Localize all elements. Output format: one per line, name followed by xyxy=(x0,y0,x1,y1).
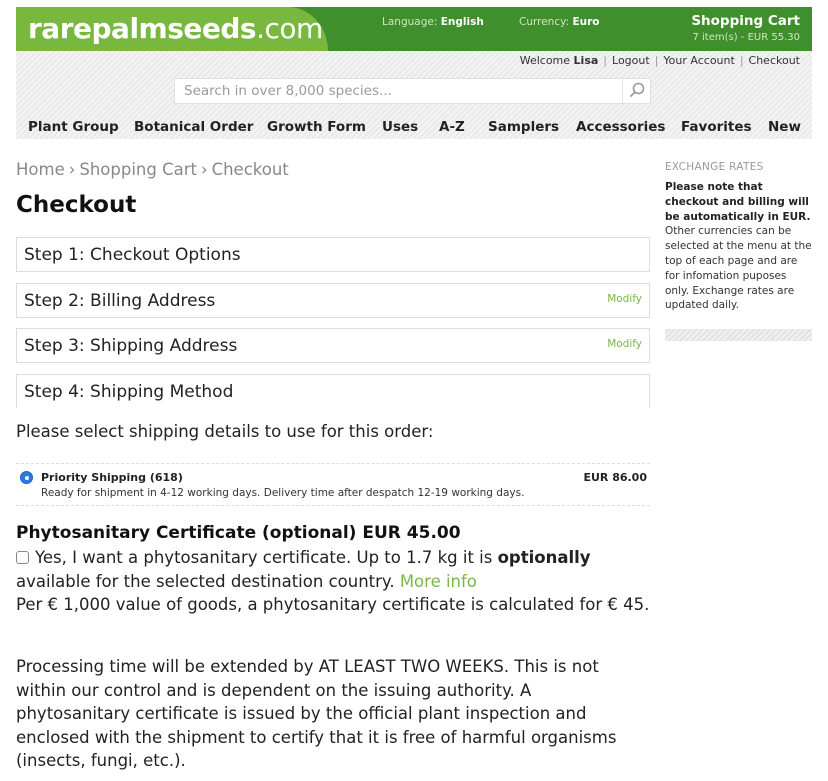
language-value[interactable]: English xyxy=(441,16,484,28)
step-label: Step 2: Billing Address xyxy=(24,291,216,311)
checkout-link[interactable]: Checkout xyxy=(749,54,800,67)
search-button[interactable] xyxy=(622,79,650,103)
modify-billing-link[interactable]: Modify xyxy=(607,293,642,305)
nav-a-z[interactable]: A-Z xyxy=(439,119,465,135)
sub-header-band: Welcome Lisa | Logout | Your Account | Checkou… xyxy=(16,51,812,139)
account-link[interactable]: Your Account xyxy=(663,54,734,67)
nav-favorites[interactable]: Favorites xyxy=(681,119,752,135)
shipping-option-price: EUR 86.00 xyxy=(583,471,647,484)
language-label: Language: xyxy=(382,16,438,28)
phyto-text: Yes, I want a phytosanitary certificate.… xyxy=(35,548,498,567)
exchange-rates-title: EXCHANGE RATES xyxy=(665,161,764,173)
step-shipping-address[interactable]: Step 3: Shipping Address Modify xyxy=(16,328,650,363)
shipping-option-description: Ready for shipment in 4-12 working days.… xyxy=(41,487,525,499)
logo-area[interactable]: rarepalmseeds.com xyxy=(16,7,328,51)
separator: | xyxy=(654,54,659,67)
shipping-option-name: Priority Shipping (618) xyxy=(41,471,183,484)
breadcrumb: Home › Shopping Cart › Checkout xyxy=(16,160,289,179)
shipping-prompt: Please select shipping details to use fo… xyxy=(16,422,434,441)
nav-samplers[interactable]: Samplers xyxy=(488,119,559,135)
phyto-text-bold: optionally xyxy=(497,548,591,567)
logo-main-text: rarepalmseeds xyxy=(28,12,257,45)
nav-accessories[interactable]: Accessories xyxy=(576,119,665,135)
more-info-link[interactable]: More info xyxy=(400,572,477,591)
nav-uses[interactable]: Uses xyxy=(382,119,418,135)
shopping-cart-link[interactable]: Shopping Cart xyxy=(691,13,800,29)
sidebar-divider xyxy=(665,329,812,341)
breadcrumb-separator: › xyxy=(68,160,76,179)
search-input[interactable] xyxy=(175,79,615,103)
step-checkout-options[interactable]: Step 1: Checkout Options xyxy=(16,237,650,272)
currency-selector[interactable]: Currency: Euro xyxy=(519,16,599,28)
exchange-rates-note: Please note that checkout and billing wi… xyxy=(665,180,813,313)
nav-plant-group[interactable]: Plant Group xyxy=(28,119,119,135)
search-icon xyxy=(630,82,645,97)
breadcrumb-home[interactable]: Home xyxy=(16,160,65,179)
nav-botanical-order[interactable]: Botanical Order xyxy=(134,119,253,135)
logout-link[interactable]: Logout xyxy=(612,54,650,67)
step-label: Step 4: Shipping Method xyxy=(24,382,234,402)
currency-label: Currency: xyxy=(519,16,570,28)
shipping-radio[interactable] xyxy=(20,471,33,484)
page-title: Checkout xyxy=(16,192,137,218)
breadcrumb-separator: › xyxy=(200,160,208,179)
step-shipping-method[interactable]: Step 4: Shipping Method xyxy=(16,374,650,408)
phyto-certificate-body: Yes, I want a phytosanitary certificate.… xyxy=(16,546,656,617)
site-header: rarepalmseeds.com Language: English Curr… xyxy=(16,7,812,51)
breadcrumb-shopping-cart[interactable]: Shopping Cart xyxy=(79,160,197,179)
modify-shipping-link[interactable]: Modify xyxy=(607,338,642,350)
step-label: Step 1: Checkout Options xyxy=(24,245,241,265)
welcome-text: Welcome xyxy=(519,54,571,67)
username: Lisa xyxy=(573,54,599,67)
breadcrumb-checkout[interactable]: Checkout xyxy=(212,160,289,179)
phyto-text: available for the selected destination c… xyxy=(16,571,400,591)
step-billing-address[interactable]: Step 2: Billing Address Modify xyxy=(16,283,650,318)
exchange-rates-bold-note: Please note that checkout and billing wi… xyxy=(665,181,811,223)
phyto-per-value-text: Per € 1,000 value of goods, a phytosanit… xyxy=(16,595,650,614)
search-box xyxy=(174,78,651,104)
site-logo[interactable]: rarepalmseeds.com xyxy=(28,12,323,45)
shipping-option[interactable]: Priority Shipping (618) Ready for shipme… xyxy=(16,463,650,506)
language-selector[interactable]: Language: English xyxy=(382,16,484,28)
user-links: Welcome Lisa | Logout | Your Account | Checkou… xyxy=(520,54,800,67)
processing-note: Processing time will be extended by AT L… xyxy=(16,657,617,770)
nav-growth-form[interactable]: Growth Form xyxy=(267,119,366,135)
main-navigation: Plant Group Botanical Order Growth Form … xyxy=(16,114,812,138)
currency-value[interactable]: Euro xyxy=(572,16,599,28)
separator: | xyxy=(603,54,608,67)
cart-summary[interactable]: 7 item(s) - EUR 55.30 xyxy=(692,32,800,43)
phyto-checkbox[interactable] xyxy=(16,551,29,564)
exchange-rates-text: Other currencies can be selected at the … xyxy=(665,225,812,312)
nav-new[interactable]: New xyxy=(768,119,801,135)
separator: | xyxy=(739,54,744,67)
phyto-certificate-title: Phytosanitary Certificate (optional) EUR… xyxy=(16,523,461,543)
step-label: Step 3: Shipping Address xyxy=(24,336,238,356)
logo-tld-text: .com xyxy=(256,12,323,45)
